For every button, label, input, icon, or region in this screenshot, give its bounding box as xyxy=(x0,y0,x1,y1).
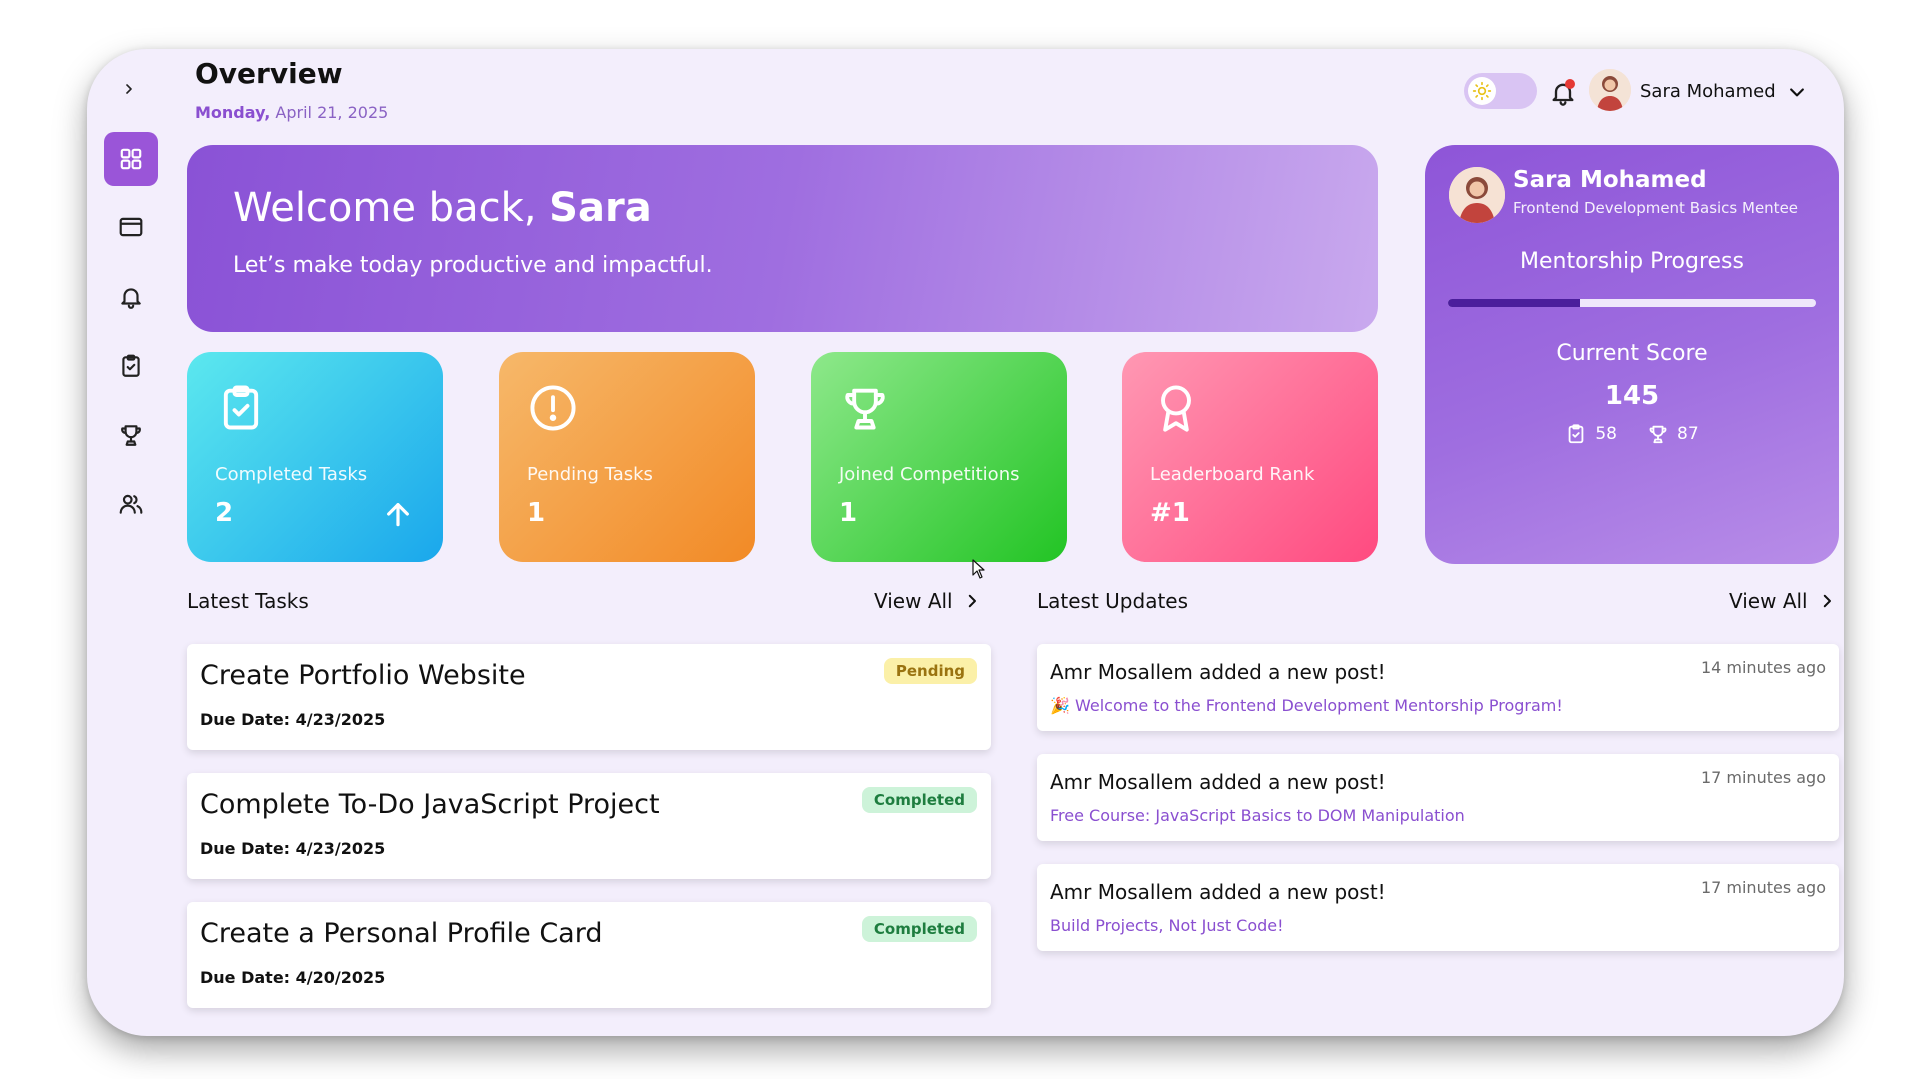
date-weekday: Monday, xyxy=(195,103,271,122)
status-badge: Completed xyxy=(861,916,977,942)
welcome-greeting: Welcome back, xyxy=(233,185,550,231)
stat-value: 2 xyxy=(215,498,234,528)
task-title: Complete To-Do JavaScript Project xyxy=(200,789,660,820)
notification-dot xyxy=(1565,79,1575,89)
welcome-title: Welcome back, Sara xyxy=(233,185,652,231)
profile-role: Frontend Development Basics Mentee xyxy=(1513,199,1799,217)
sun-icon xyxy=(1468,77,1496,105)
sidebar-item-tasks[interactable] xyxy=(104,339,158,393)
view-all-label: View All xyxy=(874,589,953,613)
latest-updates-title: Latest Updates xyxy=(1037,589,1189,613)
update-card[interactable]: Amr Mosallem added a new post! Build Pro… xyxy=(1037,864,1839,951)
welcome-banner: Welcome back, Sara Let’s make today prod… xyxy=(187,145,1378,332)
clipboard-check-icon xyxy=(223,385,259,430)
stat-card-completed-tasks[interactable]: Completed Tasks 2 xyxy=(187,352,443,562)
stat-value: 1 xyxy=(527,498,546,528)
arrow-up-icon xyxy=(387,503,409,527)
chevron-down-icon[interactable] xyxy=(1787,82,1807,102)
stat-value: #1 xyxy=(1150,498,1190,528)
tasks-view-all-link[interactable]: View All xyxy=(874,589,981,613)
update-title: Amr Mosallem added a new post! xyxy=(1050,660,1386,684)
task-due-date: Due Date: 4/23/2025 xyxy=(200,839,385,858)
due-label: Due Date: xyxy=(200,710,291,729)
task-title: Create a Personal Profile Card xyxy=(200,918,603,949)
progress-fill xyxy=(1448,299,1581,307)
task-card[interactable]: Complete To-Do JavaScript Project Due Da… xyxy=(187,773,991,879)
task-card[interactable]: Create Portfolio Website Due Date: 4/23/… xyxy=(187,644,991,750)
update-card[interactable]: Amr Mosallem added a new post! Free Cour… xyxy=(1037,754,1839,841)
award-icon xyxy=(1161,385,1191,432)
page-title: Overview xyxy=(195,57,343,90)
update-time: 17 minutes ago xyxy=(1700,878,1826,897)
due-value: 4/23/2025 xyxy=(295,710,386,729)
app-window: Overview Monday, April 21, 2025 Sara Moh… xyxy=(87,49,1844,1036)
status-badge: Completed xyxy=(861,787,977,813)
sidebar-item-dashboard[interactable] xyxy=(104,132,158,186)
user-menu-name[interactable]: Sara Mohamed xyxy=(1640,81,1776,102)
update-card[interactable]: Amr Mosallem added a new post! 🎉 Welcome… xyxy=(1037,644,1839,731)
score-value: 145 xyxy=(1604,381,1660,411)
mouse-cursor-icon xyxy=(972,559,985,579)
avatar[interactable] xyxy=(1589,69,1631,111)
bell-icon xyxy=(121,288,141,309)
alert-circle-icon xyxy=(530,385,576,431)
trophy-icon xyxy=(1649,425,1667,444)
stat-value: 1 xyxy=(839,498,858,528)
stat-card-leaderboard-rank[interactable]: Leaderboard Rank #1 xyxy=(1122,352,1378,562)
sidebar-item-competitions[interactable] xyxy=(104,408,158,462)
update-text[interactable]: Build Projects, Not Just Code! xyxy=(1050,916,1284,935)
mentorship-progress-bar xyxy=(1448,299,1816,307)
task-due-date: Due Date: 4/23/2025 xyxy=(200,710,385,729)
update-time: 14 minutes ago xyxy=(1700,658,1826,677)
theme-toggle[interactable] xyxy=(1464,73,1537,109)
competition-points: 87 xyxy=(1677,424,1699,444)
update-text[interactable]: 🎉 Welcome to the Frontend Development Me… xyxy=(1050,696,1563,715)
mentorship-profile-panel: Sara Mohamed Frontend Development Basics… xyxy=(1425,145,1839,564)
sidebar-item-community[interactable] xyxy=(104,477,158,531)
profile-avatar xyxy=(1449,167,1505,223)
task-due-date: Due Date: 4/20/2025 xyxy=(200,968,385,987)
date-rest: April 21, 2025 xyxy=(270,103,389,122)
update-title: Amr Mosallem added a new post! xyxy=(1050,770,1386,794)
window-icon xyxy=(119,217,143,237)
trophy-icon xyxy=(121,425,141,446)
expand-sidebar-chevron-icon[interactable] xyxy=(117,77,141,101)
clipboard-check-icon xyxy=(1569,424,1584,444)
due-value: 4/20/2025 xyxy=(295,968,386,987)
task-card[interactable]: Create a Personal Profile Card Due Date:… xyxy=(187,902,991,1008)
update-text[interactable]: Free Course: JavaScript Basics to DOM Ma… xyxy=(1050,806,1465,825)
grid-icon xyxy=(120,148,142,170)
clipboard-check-icon xyxy=(122,354,140,377)
score-label: Current Score xyxy=(1556,341,1708,366)
welcome-subtitle: Let’s make today productive and impactfu… xyxy=(233,253,713,278)
latest-tasks-title: Latest Tasks xyxy=(187,589,309,613)
due-value: 4/23/2025 xyxy=(295,839,386,858)
view-all-label: View All xyxy=(1729,589,1808,613)
stat-label: Completed Tasks xyxy=(215,464,368,485)
welcome-user-name: Sara xyxy=(549,185,652,231)
due-label: Due Date: xyxy=(200,968,291,987)
stat-label: Joined Competitions xyxy=(839,464,1020,485)
update-title: Amr Mosallem added a new post! xyxy=(1050,880,1386,904)
due-label: Due Date: xyxy=(200,839,291,858)
sidebar-item-notifications[interactable] xyxy=(104,270,158,324)
task-title: Create Portfolio Website xyxy=(200,660,526,691)
profile-name: Sara Mohamed xyxy=(1513,167,1707,193)
current-date: Monday, April 21, 2025 xyxy=(195,103,388,122)
update-time: 17 minutes ago xyxy=(1700,768,1826,787)
stat-card-pending-tasks[interactable]: Pending Tasks 1 xyxy=(499,352,755,562)
chevron-right-icon xyxy=(968,594,976,608)
stat-label: Pending Tasks xyxy=(527,464,653,485)
sidebar-item-browser[interactable] xyxy=(104,200,158,254)
updates-view-all-link[interactable]: View All xyxy=(1729,589,1836,613)
progress-title: Mentorship Progress xyxy=(1520,249,1744,274)
stat-label: Leaderboard Rank xyxy=(1150,464,1315,485)
users-icon xyxy=(119,494,143,514)
chevron-right-icon xyxy=(1823,594,1831,608)
tasks-points: 58 xyxy=(1595,424,1617,444)
trophy-icon xyxy=(845,388,885,430)
stat-card-joined-competitions[interactable]: Joined Competitions 1 xyxy=(811,352,1067,562)
score-breakdown: 58 87 xyxy=(1425,423,1839,445)
status-badge: Pending xyxy=(883,658,977,684)
